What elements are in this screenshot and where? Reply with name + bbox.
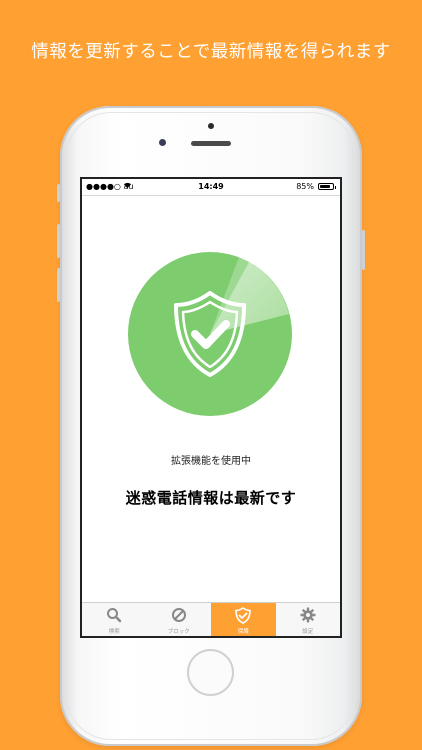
tab-search-label: 検索 xyxy=(108,629,120,635)
front-camera xyxy=(159,139,166,146)
tab-protection[interactable]: 保護 xyxy=(211,603,276,636)
block-icon xyxy=(171,607,187,627)
tab-bar: 検索 ブロック 保護 設定 xyxy=(82,602,340,636)
database-status-label: 迷惑電話情報は最新です xyxy=(125,489,297,507)
battery-icon xyxy=(318,183,336,190)
mute-switch xyxy=(57,184,60,202)
phone-frame: ●●●●○ au 14:49 85% 拡張機能を使用中 迷惑電話情報は最新です … xyxy=(57,106,365,746)
headline: 情報を更新することで最新情報を得られます xyxy=(31,42,391,62)
tab-settings-label: 設定 xyxy=(302,629,314,635)
header-divider xyxy=(82,195,340,196)
tab-search[interactable]: 検索 xyxy=(82,603,147,636)
shield-check-icon xyxy=(170,289,250,383)
proximity-sensor xyxy=(208,123,214,129)
search-icon xyxy=(106,607,122,627)
shield-check-icon xyxy=(235,607,252,628)
home-button[interactable] xyxy=(187,649,234,696)
earpiece-speaker xyxy=(191,141,231,146)
battery-percent: 85% xyxy=(296,182,314,191)
tab-block-label: ブロック xyxy=(167,629,190,635)
app-screen: ●●●●○ au 14:49 85% 拡張機能を使用中 迷惑電話情報は最新です … xyxy=(82,179,340,636)
protection-status-circle xyxy=(127,251,293,421)
tab-block[interactable]: ブロック xyxy=(147,603,212,636)
tab-settings[interactable]: 設定 xyxy=(276,603,341,636)
power-button xyxy=(362,230,365,270)
volume-up-button xyxy=(57,224,60,258)
volume-down-button xyxy=(57,268,60,302)
extension-status-label: 拡張機能を使用中 xyxy=(171,456,251,467)
status-bar: ●●●●○ au 14:49 85% xyxy=(82,179,340,195)
gear-icon xyxy=(300,607,316,627)
tab-protection-label: 保護 xyxy=(237,629,249,635)
